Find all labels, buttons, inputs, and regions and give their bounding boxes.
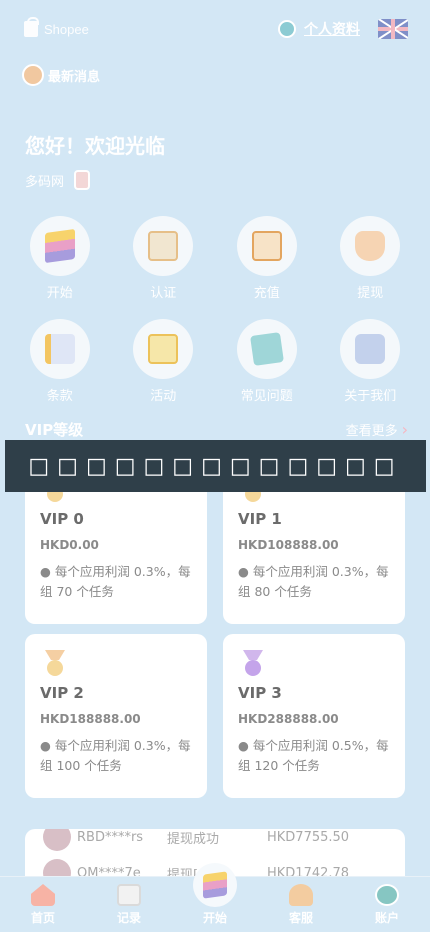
tab-records[interactable]: 记录	[89, 884, 169, 926]
user-avatar-icon	[278, 20, 296, 38]
vip-price: HKD0.00	[40, 538, 99, 552]
menu-withdraw[interactable]: 提现	[322, 216, 418, 301]
medal-icon	[243, 650, 263, 676]
vip-price: HKD288888.00	[238, 712, 339, 726]
safe-icon	[251, 231, 282, 261]
info-icon	[355, 334, 386, 364]
vip-card-2[interactable]: VIP 2 HKD188888.00 ● 每个应用利润 0.3%，每组 100 …	[25, 634, 207, 798]
vip-section-header: VIP等级 查看更多 ›	[25, 419, 408, 440]
record-icon	[117, 884, 141, 906]
vip-title: VIP等级	[25, 421, 84, 439]
announcement-icon	[22, 64, 44, 86]
vip-desc: ● 每个应用利润 0.3%，每组 80 个任务	[238, 564, 389, 599]
tab-label: 账户	[374, 911, 399, 925]
vip-name: VIP 2	[40, 684, 84, 702]
menu-terms[interactable]: 条款	[12, 319, 108, 404]
brand-name: Shopee	[44, 21, 89, 37]
top-header: Shopee 个人资料	[0, 0, 430, 58]
header-actions: 个人资料	[278, 19, 408, 39]
tab-home[interactable]: 首页	[3, 884, 83, 926]
greeting-title: 您好！欢迎光临	[25, 134, 165, 158]
vip-card-3[interactable]: VIP 3 HKD288888.00 ● 每个应用利润 0.5%，每组 120 …	[223, 634, 405, 798]
vip-desc: ● 每个应用利润 0.3%，每组 70 个任务	[40, 564, 191, 599]
brand-logo[interactable]: Shopee	[24, 17, 89, 37]
vip-name: VIP 1	[238, 510, 282, 528]
popup-banner[interactable]: □□□□□□□□□□□□□	[5, 440, 426, 492]
withdraw-icon	[355, 231, 386, 261]
account-icon	[375, 884, 399, 906]
tab-label: 客服	[288, 911, 313, 925]
tab-service[interactable]: 客服	[261, 884, 341, 926]
vip-name: VIP 0	[40, 510, 84, 528]
ticker-row: RBD****rs 提现成功 HKD7755.50	[43, 829, 403, 851]
vip-price: HKD108888.00	[238, 538, 339, 552]
uk-flag-icon[interactable]	[378, 19, 408, 39]
menu-label: 认证	[150, 286, 177, 301]
user-avatar-icon	[43, 829, 71, 851]
shopping-bag-icon	[24, 17, 39, 37]
start-circle	[193, 863, 237, 907]
customer-service-icon	[289, 884, 313, 906]
ticker-user: RBD****rs	[77, 829, 144, 845]
vip-desc: ● 每个应用利润 0.3%，每组 100 个任务	[40, 738, 191, 773]
user-badge-icon	[74, 170, 91, 190]
envelope-icon	[148, 334, 179, 364]
view-more-label: 查看更多	[345, 424, 398, 439]
menu-faq[interactable]: 常见问题	[219, 319, 315, 404]
menu-events[interactable]: 活动	[115, 319, 211, 404]
tab-label: 记录	[116, 911, 141, 925]
user-line: 多码网	[25, 170, 91, 190]
bottom-tab-bar: 首页 记录 开始 客服 账户	[0, 863, 430, 932]
medal-icon	[45, 650, 65, 676]
tab-account[interactable]: 账户	[347, 884, 427, 926]
quick-menu: 开始 认证 充值 提现 条款 活动 常见问题 关于我们	[0, 216, 430, 422]
question-icon	[249, 332, 284, 366]
view-more-link[interactable]: 查看更多 ›	[346, 420, 408, 439]
certificate-icon	[148, 231, 179, 261]
notice-banner[interactable]: 最新消息	[22, 64, 100, 86]
menu-start[interactable]: 开始	[12, 216, 108, 301]
chevron-right-icon: ›	[401, 420, 408, 439]
layers-icon	[44, 228, 75, 264]
menu-label: 条款	[46, 389, 73, 404]
menu-recharge[interactable]: 充值	[219, 216, 315, 301]
menu-label: 关于我们	[344, 389, 397, 404]
username: 多码网	[25, 174, 65, 190]
menu-label: 开始	[46, 286, 73, 301]
profile-link[interactable]: 个人资料	[278, 19, 360, 39]
layers-icon	[203, 871, 227, 899]
ticker-amount: HKD7755.50	[267, 829, 350, 845]
profile-label: 个人资料	[304, 22, 360, 38]
document-icon	[44, 334, 75, 364]
menu-label: 常见问题	[240, 389, 293, 404]
menu-label: 充值	[253, 286, 280, 301]
menu-about[interactable]: 关于我们	[322, 319, 418, 404]
ticker-status: 提现成功	[167, 831, 220, 847]
menu-label: 活动	[150, 389, 177, 404]
notice-text: 最新消息	[48, 69, 101, 85]
home-icon	[31, 884, 55, 906]
vip-name: VIP 3	[238, 684, 282, 702]
tab-label: 开始	[202, 911, 227, 925]
vip-price: HKD188888.00	[40, 712, 141, 726]
tab-label: 首页	[30, 911, 55, 925]
menu-auth[interactable]: 认证	[115, 216, 211, 301]
menu-label: 提现	[357, 286, 384, 301]
tab-start[interactable]: 开始	[175, 863, 255, 926]
vip-desc: ● 每个应用利润 0.5%，每组 120 个任务	[238, 738, 389, 773]
